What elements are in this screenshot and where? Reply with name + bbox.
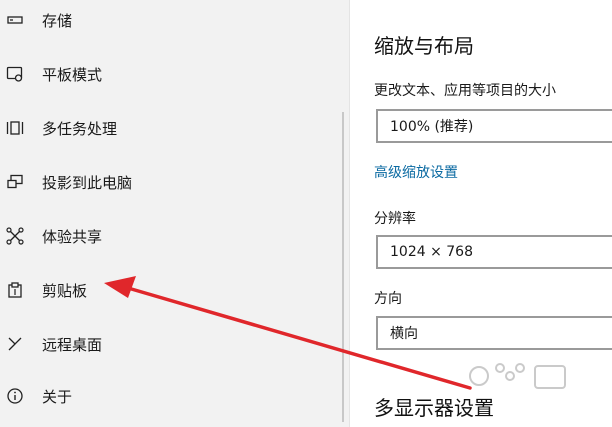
display-settings-pane: 缩放与布局 更改文本、应用等项目的大小 100% (推荐) 高级缩放设置 分辨率… [350,0,612,427]
projecting-icon [4,171,26,193]
sidebar-item-multitasking[interactable]: 多任务处理 [0,108,330,148]
sidebar-item-label: 剪贴板 [42,281,88,300]
tablet-mode-icon [4,63,26,85]
sidebar-item-label: 平板模式 [42,65,103,84]
remote-desktop-icon [4,333,26,355]
resolution-dropdown-value: 1024 × 768 [390,244,473,260]
sidebar-scrollbar[interactable] [342,112,344,422]
orientation-label: 方向 [374,291,402,307]
storage-icon [4,9,26,31]
orientation-dropdown[interactable]: 横向 [376,316,612,350]
sidebar-item-label: 多任务处理 [42,119,118,138]
scale-dropdown-value: 100% (推荐) [390,119,474,135]
shared-experiences-icon [4,225,26,247]
settings-sidebar: 存储 平板模式 多任务处理 投影到此电脑 体验共享 剪贴板 远程桌面 关于 [0,0,350,427]
clipboard-icon [4,279,26,301]
sidebar-item-label: 关于 [42,387,73,406]
scale-layout-heading: 缩放与布局 [374,34,474,58]
multiple-displays-heading: 多显示器设置 [374,396,494,420]
resolution-label: 分辨率 [374,211,416,227]
sidebar-item-projecting[interactable]: 投影到此电脑 [0,162,330,202]
sidebar-item-tablet-mode[interactable]: 平板模式 [0,54,330,94]
scale-label: 更改文本、应用等项目的大小 [374,83,556,99]
info-icon [4,385,26,407]
sidebar-item-storage[interactable]: 存储 [0,0,330,40]
multitasking-icon [4,117,26,139]
sidebar-item-shared-experiences[interactable]: 体验共享 [0,216,330,256]
sidebar-item-label: 存储 [42,11,73,30]
advanced-scaling-link[interactable]: 高级缩放设置 [374,162,458,182]
sidebar-item-label: 远程桌面 [42,335,103,354]
resolution-dropdown[interactable]: 1024 × 768 [376,235,612,269]
sidebar-item-label: 投影到此电脑 [42,173,133,192]
scale-dropdown[interactable]: 100% (推荐) [376,109,612,143]
sidebar-item-about[interactable]: 关于 [0,376,330,416]
orientation-dropdown-value: 横向 [390,326,418,342]
sidebar-item-remote-desktop[interactable]: 远程桌面 [0,324,330,364]
sidebar-item-label: 体验共享 [42,227,103,246]
sidebar-item-clipboard[interactable]: 剪贴板 [0,270,330,310]
